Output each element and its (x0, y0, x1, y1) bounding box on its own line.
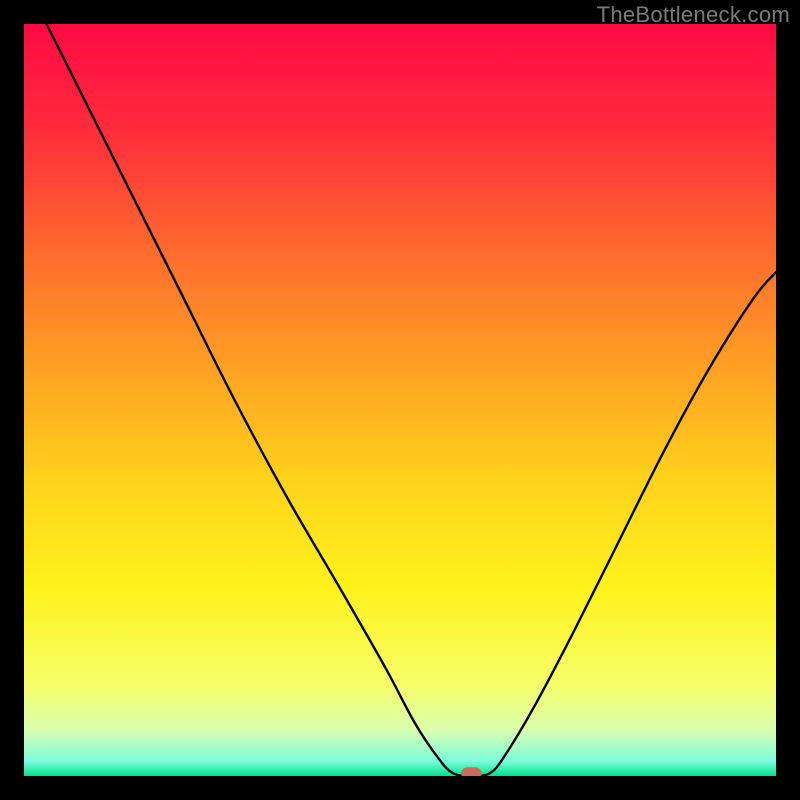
plot-area (24, 24, 776, 776)
gradient-background (24, 24, 776, 776)
chart-frame: TheBottleneck.com (0, 0, 800, 800)
optimal-point-marker (461, 767, 481, 776)
chart-svg (24, 24, 776, 776)
watermark-text: TheBottleneck.com (597, 2, 790, 28)
